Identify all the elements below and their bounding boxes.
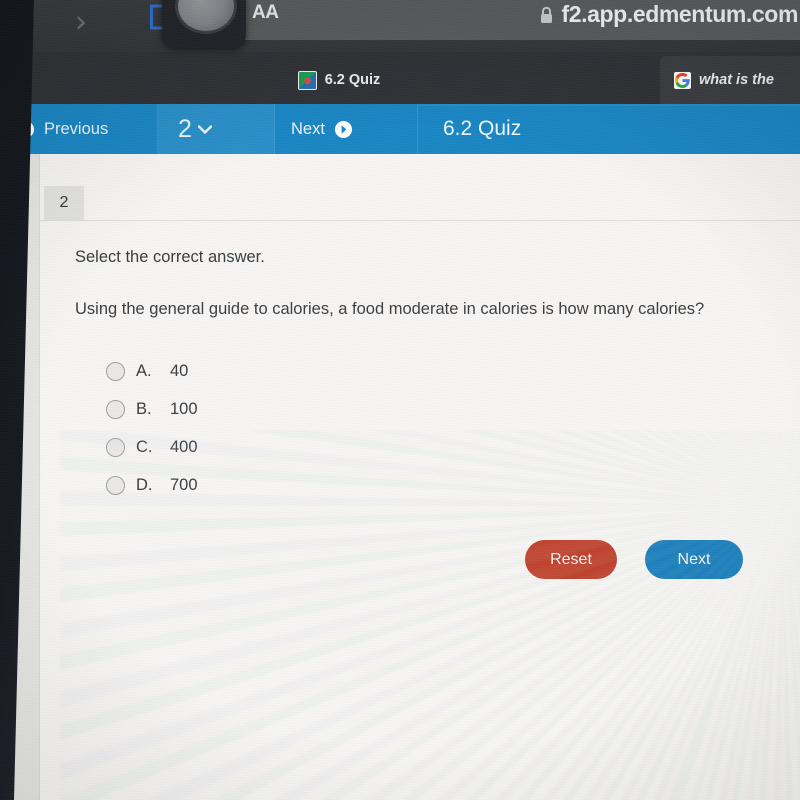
radio-button-a[interactable] xyxy=(106,361,125,381)
browser-tab-quiz[interactable]: 6.2 Quiz xyxy=(165,56,513,104)
address-bar[interactable]: f2.app.edmentum.com xyxy=(539,1,800,28)
next-question-button[interactable]: Next xyxy=(275,104,418,154)
question-card: 2 Select the correct answer. Using the g… xyxy=(40,154,800,800)
tab-strip: × 6.2 Quiz what is the xyxy=(0,52,800,104)
next-button[interactable]: Next xyxy=(645,540,743,579)
radio-button-b[interactable] xyxy=(106,399,125,419)
previous-label: Previous xyxy=(44,119,109,138)
question-number-badge: 2 xyxy=(44,186,84,220)
text-size-control[interactable]: AA f2.app.edmentum.com xyxy=(240,0,800,40)
url-text: f2.app.edmentum.com xyxy=(561,1,799,27)
radio-button-d[interactable] xyxy=(106,475,125,495)
browser-toolbar: ‹ › AA f2.app.edmentum.com xyxy=(0,0,800,52)
reset-button[interactable]: Reset xyxy=(525,540,617,579)
chevron-right-icon[interactable]: › xyxy=(64,2,98,42)
screen-photo: ‹ › AA f2.app.edmentum.com xyxy=(0,0,800,800)
camera-lens xyxy=(175,0,237,34)
question-prompt: Using the general guide to calories, a f… xyxy=(75,300,705,318)
question-selector-dropdown[interactable]: 2 xyxy=(158,104,275,154)
answer-choice-c[interactable]: C. 400 xyxy=(106,428,526,466)
choice-value: 40 xyxy=(170,361,189,380)
choice-letter: D. xyxy=(136,475,153,494)
browser-chrome: ‹ › AA f2.app.edmentum.com xyxy=(0,0,800,104)
choice-value: 400 xyxy=(170,437,198,456)
answer-choice-d[interactable]: D. 700 xyxy=(106,466,526,504)
padlock-icon xyxy=(540,6,552,23)
text-size-label: AA xyxy=(252,2,279,23)
browser-tab-label: 6.2 Quiz xyxy=(324,72,381,88)
edmentum-favicon xyxy=(297,70,317,90)
choice-letter: B. xyxy=(136,399,152,418)
page-body: 2 Select the correct answer. Using the g… xyxy=(0,154,800,800)
answer-choice-a[interactable]: A. 40 xyxy=(106,352,526,390)
physical-camera-object xyxy=(162,0,246,48)
instruction-text: Select the correct answer. xyxy=(75,248,265,266)
choice-value: 700 xyxy=(170,475,198,494)
quiz-title: 6.2 Quiz xyxy=(443,117,522,140)
browser-tab-label: what is the xyxy=(699,72,774,88)
circle-arrow-right-icon xyxy=(334,120,352,138)
google-favicon xyxy=(674,71,691,89)
current-question-number: 2 xyxy=(178,114,192,143)
chevron-down-icon xyxy=(197,124,212,134)
answer-choice-b[interactable]: B. 100 xyxy=(106,390,526,428)
radio-button-c[interactable] xyxy=(106,437,125,457)
answer-choice-list: A. 40 B. 100 C. 400 D. 700 xyxy=(106,352,526,504)
quiz-navigation-bar: Previous 2 Next 6.2 Quiz xyxy=(0,104,800,154)
next-nav-label: Next xyxy=(291,119,325,138)
divider xyxy=(40,220,800,221)
action-button-row: Reset Next xyxy=(525,540,743,579)
browser-tab-search[interactable]: what is the xyxy=(660,56,800,104)
choice-letter: C. xyxy=(136,437,153,456)
choice-value: 100 xyxy=(170,399,198,418)
choice-letter: A. xyxy=(136,361,152,380)
